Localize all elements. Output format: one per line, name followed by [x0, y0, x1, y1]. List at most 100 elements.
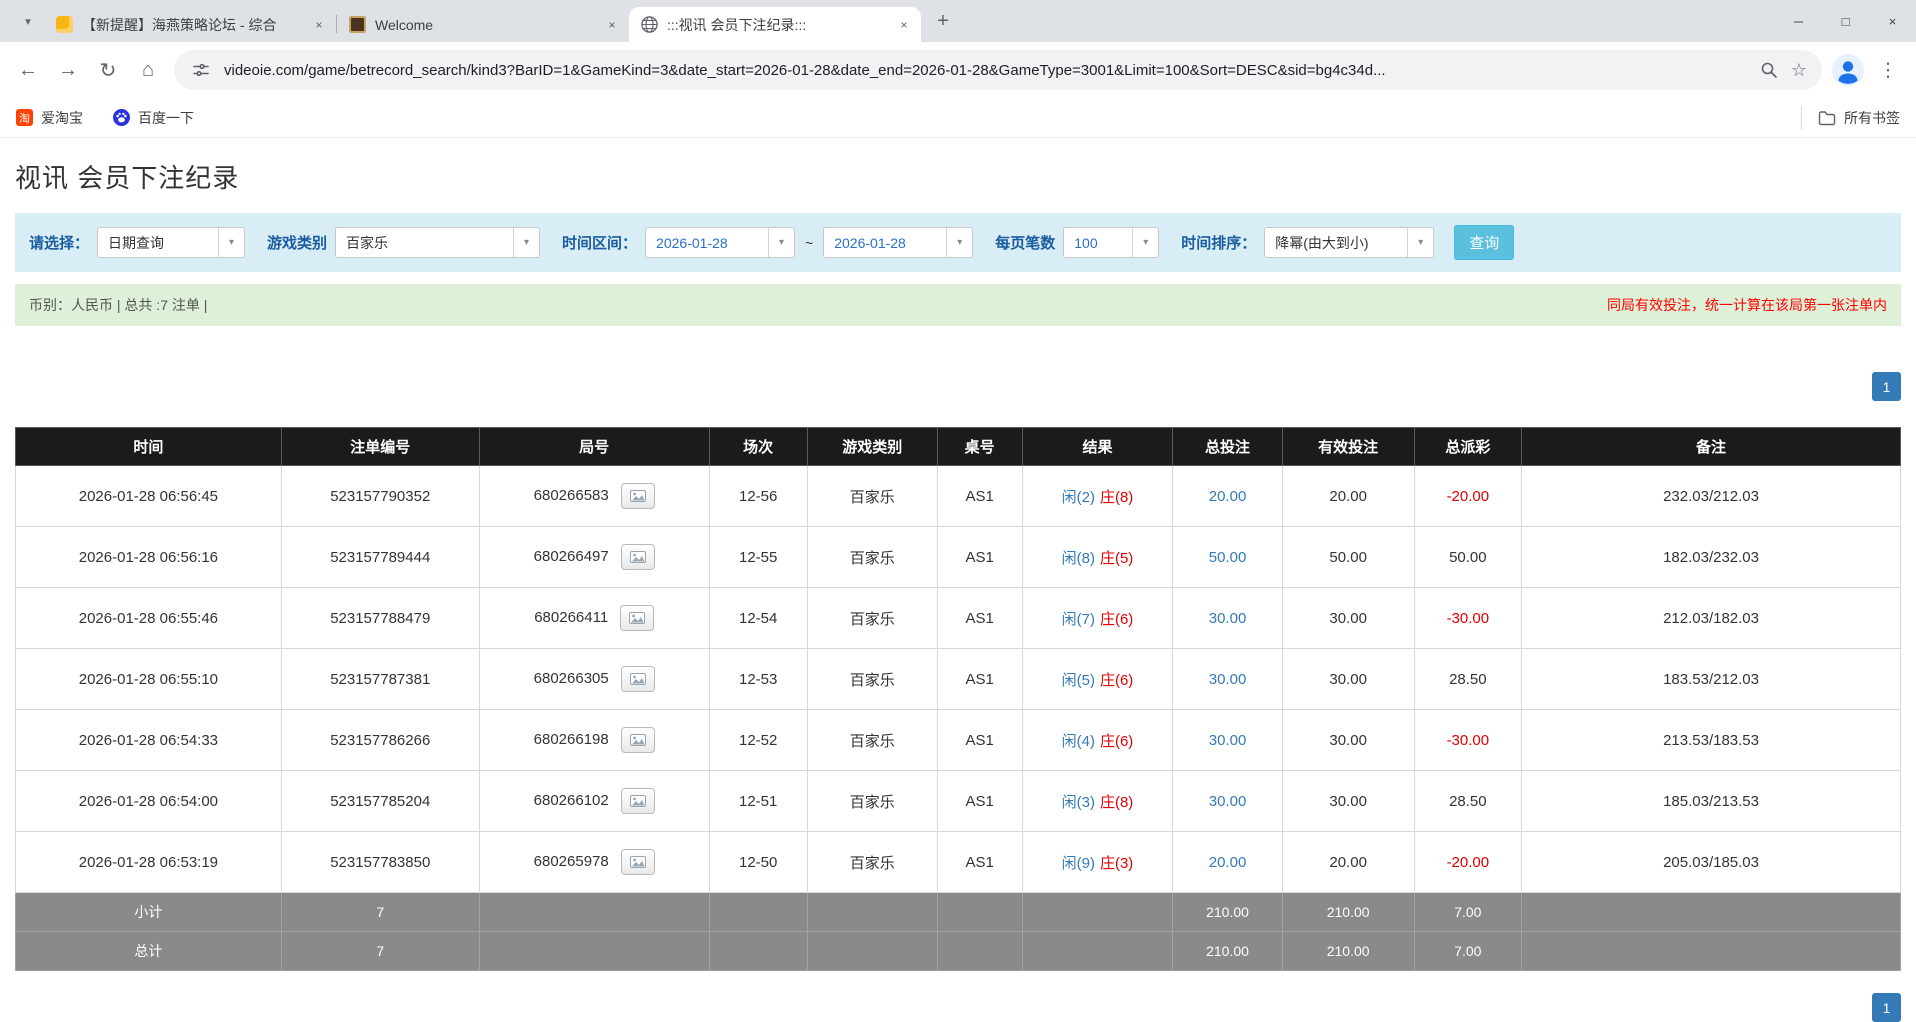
total-bet-link[interactable]: 30.00: [1173, 649, 1282, 710]
table-row: 2026-01-28 06:54:33 523157786266 6802661…: [16, 710, 1901, 771]
minimize-button[interactable]: ─: [1775, 0, 1822, 42]
all-bookmarks-label: 所有书签: [1844, 108, 1900, 128]
search-button[interactable]: 查询: [1454, 225, 1514, 260]
date-end-select[interactable]: 2026-01-28 ▾: [823, 227, 973, 258]
round-number: 680266198: [534, 731, 609, 748]
browser-menu-kebab-icon[interactable]: ⋮: [1868, 50, 1908, 90]
cell-session: 12-52: [709, 710, 807, 771]
result-player: 闲(2): [1062, 489, 1095, 506]
round-number: 680266102: [534, 792, 609, 809]
game-type-label: 游戏类别: [267, 232, 327, 253]
tab-strip: ▾ 【新提醒】海燕策略论坛 - 综合 × Welcome × :::视讯 会员下…: [0, 0, 1916, 42]
table-row: 2026-01-28 06:55:46 523157788479 6802664…: [16, 588, 1901, 649]
cell-bet-id: 523157787381: [281, 649, 479, 710]
cell-session: 12-54: [709, 588, 807, 649]
bookmark-label: 百度一下: [138, 108, 194, 128]
cell-session: 12-55: [709, 527, 807, 588]
folder-icon: [1818, 110, 1836, 126]
tab-close-icon[interactable]: ×: [603, 16, 621, 34]
cell-table: AS1: [937, 832, 1022, 893]
tab-welcome[interactable]: Welcome ×: [337, 7, 629, 42]
tab-bet-records-active[interactable]: :::视讯 会员下注纪录::: ×: [629, 7, 921, 42]
game-type-select[interactable]: 百家乐 ▾: [335, 227, 540, 258]
date-range-label: 时间区间：: [562, 232, 637, 253]
video-replay-button[interactable]: [621, 666, 655, 692]
date-start-value: 2026-01-28: [646, 235, 768, 251]
page-content: 视讯 会员下注纪录 请选择： 日期查询 ▾ 游戏类别 百家乐 ▾ 时间区间： 2…: [0, 158, 1916, 1022]
site-info-icon[interactable]: [188, 57, 214, 83]
maximize-button[interactable]: □: [1822, 0, 1869, 42]
cell-time: 2026-01-28 06:56:45: [16, 466, 282, 527]
pagination-top: 1: [15, 372, 1901, 401]
new-tab-button[interactable]: +: [929, 7, 957, 35]
table-row: 2026-01-28 06:56:16 523157789444 6802664…: [16, 527, 1901, 588]
total-valid-bet: 210.00: [1282, 932, 1414, 971]
total-bet-link[interactable]: 30.00: [1173, 710, 1282, 771]
video-replay-button[interactable]: [621, 849, 655, 875]
cell-table: AS1: [937, 649, 1022, 710]
forward-button[interactable]: →: [48, 50, 88, 90]
reload-button[interactable]: ↻: [88, 50, 128, 90]
cell-bet-id: 523157785204: [281, 771, 479, 832]
video-replay-button[interactable]: [621, 483, 655, 509]
total-bet-link[interactable]: 30.00: [1173, 588, 1282, 649]
total-bet-link[interactable]: 20.00: [1173, 466, 1282, 527]
video-replay-icon: [629, 612, 645, 624]
pagination-page-1[interactable]: 1: [1872, 372, 1901, 401]
date-start-select[interactable]: 2026-01-28 ▾: [645, 227, 795, 258]
bookmark-label: 爱淘宝: [41, 108, 83, 128]
taobao-icon: 淘: [16, 109, 33, 126]
tab-forum[interactable]: 【新提醒】海燕策略论坛 - 综合 ×: [44, 7, 336, 42]
subtotal-count: 7: [281, 893, 479, 932]
cell-session: 12-51: [709, 771, 807, 832]
video-replay-button[interactable]: [620, 605, 654, 631]
tab-search-button[interactable]: ▾: [14, 7, 42, 35]
close-button[interactable]: ×: [1869, 0, 1916, 42]
url-bar[interactable]: videoie.com/game/betrecord_search/kind3?…: [174, 50, 1822, 90]
bookmark-aitaobao[interactable]: 淘 爱淘宝: [16, 108, 83, 128]
cell-result: 闲(5)庄(6): [1022, 649, 1173, 710]
profile-avatar[interactable]: [1828, 50, 1868, 90]
total-bet-link[interactable]: 50.00: [1173, 527, 1282, 588]
cell-session: 12-53: [709, 649, 807, 710]
pagination-page-1[interactable]: 1: [1872, 993, 1901, 1022]
table-summary: 小计 7 210.00 210.00 7.00 总计 7 210.00 210.…: [16, 893, 1901, 971]
table-row: 2026-01-28 06:56:45 523157790352 6802665…: [16, 466, 1901, 527]
date-end-value: 2026-01-28: [824, 235, 946, 251]
all-bookmarks-button[interactable]: 所有书签: [1801, 106, 1900, 130]
cell-payout: -20.00: [1414, 832, 1521, 893]
sort-select[interactable]: 降幂(由大到小) ▾: [1264, 227, 1434, 258]
per-page-select[interactable]: 100 ▾: [1063, 227, 1159, 258]
video-replay-button[interactable]: [621, 544, 655, 570]
bookmark-baidu[interactable]: 百度一下: [113, 108, 194, 128]
home-button[interactable]: ⌂: [128, 50, 168, 90]
total-total-bet: 210.00: [1173, 932, 1282, 971]
url-text: videoie.com/game/betrecord_search/kind3?…: [224, 62, 1754, 79]
cell-valid-bet: 30.00: [1282, 588, 1414, 649]
tab-close-icon[interactable]: ×: [895, 16, 913, 34]
video-replay-button[interactable]: [621, 788, 655, 814]
total-payout: 7.00: [1414, 932, 1521, 971]
back-button[interactable]: ←: [8, 50, 48, 90]
cell-payout: -30.00: [1414, 588, 1521, 649]
total-bet-link[interactable]: 20.00: [1173, 832, 1282, 893]
cell-time: 2026-01-28 06:56:16: [16, 527, 282, 588]
bookmark-star-icon[interactable]: ☆: [1784, 55, 1814, 85]
chevron-down-icon: ▾: [1132, 228, 1158, 257]
cell-bet-id: 523157790352: [281, 466, 479, 527]
currency-summary-text: 币别：人民币 | 总共 :7 注单 |: [29, 295, 207, 315]
filter-bar: 请选择： 日期查询 ▾ 游戏类别 百家乐 ▾ 时间区间： 2026-01-28 …: [15, 213, 1901, 272]
zoom-magnifier-icon[interactable]: [1754, 55, 1784, 85]
video-replay-button[interactable]: [621, 727, 655, 753]
table-row: 2026-01-28 06:54:00 523157785204 6802661…: [16, 771, 1901, 832]
cell-round: 680266102: [479, 771, 709, 832]
tab-close-icon[interactable]: ×: [310, 16, 328, 34]
query-mode-select[interactable]: 日期查询 ▾: [97, 227, 245, 258]
video-replay-icon: [630, 673, 646, 685]
round-number: 680266305: [534, 670, 609, 687]
page-title: 视讯 会员下注纪录: [15, 158, 1901, 195]
result-banker: 庄(6): [1100, 611, 1133, 628]
total-bet-link[interactable]: 30.00: [1173, 771, 1282, 832]
video-replay-icon: [630, 795, 646, 807]
col-header-table: 桌号: [937, 428, 1022, 466]
